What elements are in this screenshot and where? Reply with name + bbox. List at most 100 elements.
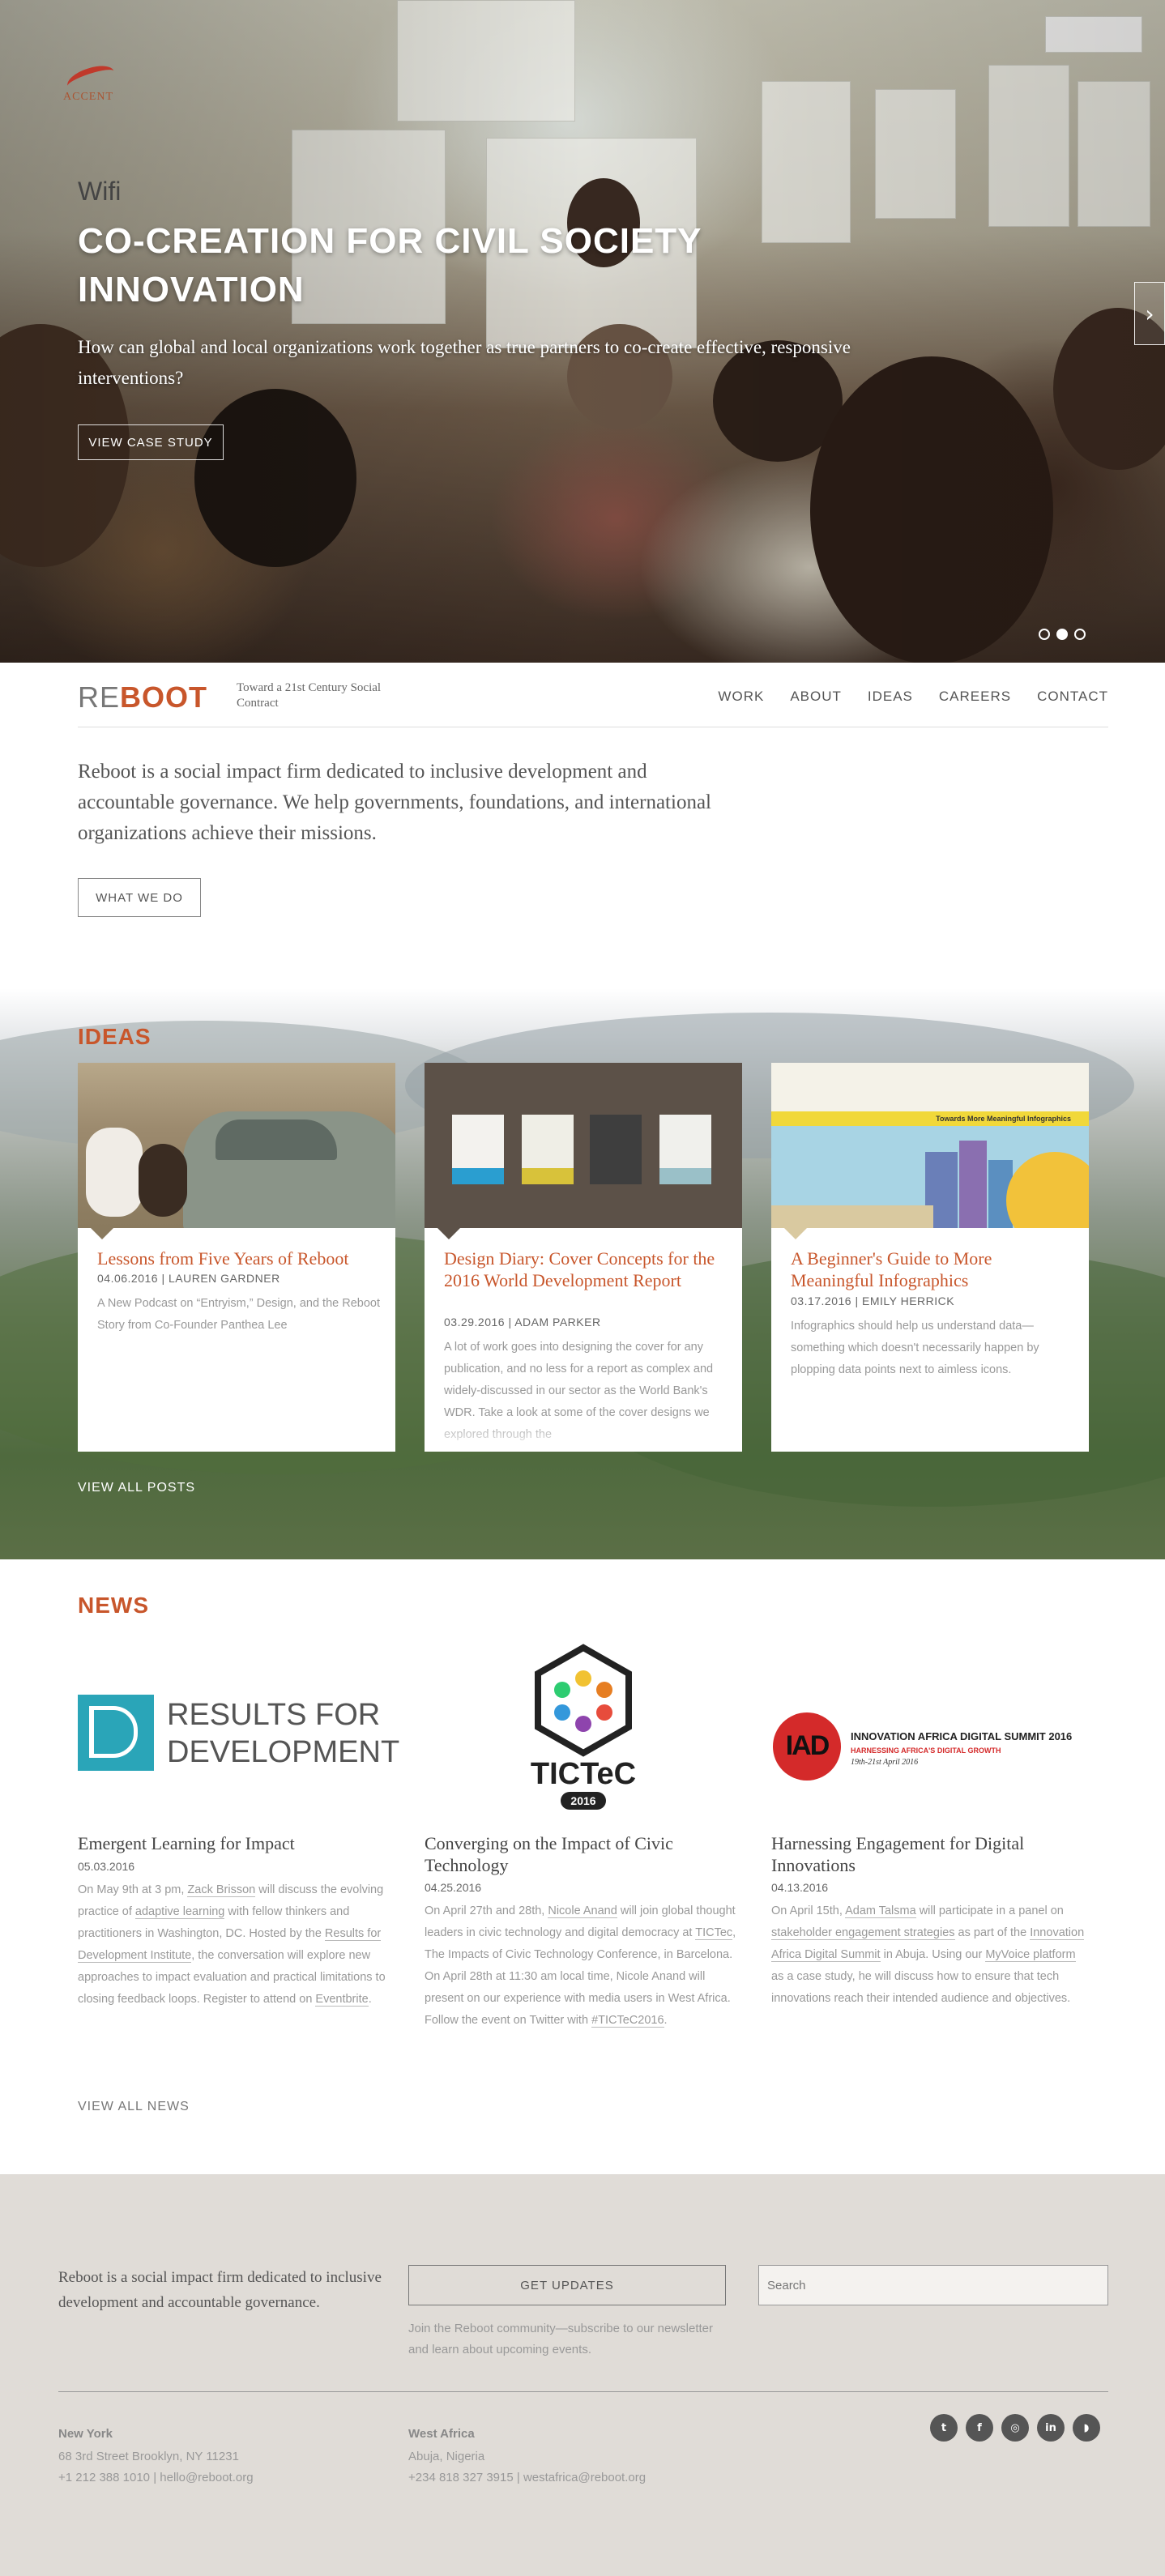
news-link[interactable]: Adam Talsma <box>845 1904 916 1918</box>
ideas-title: IDEAS <box>78 1024 151 1049</box>
reboot-logo[interactable]: REBOOT <box>78 680 207 714</box>
rss-icon[interactable]: ◗ <box>1073 2414 1100 2442</box>
nav-contact[interactable]: CONTACT <box>1037 689 1108 705</box>
news-link[interactable]: adaptive learning <box>134 1905 225 1919</box>
r4d-mark <box>78 1695 154 1771</box>
tictec-dot <box>596 1704 612 1721</box>
idea-card[interactable]: Towards More Meaningful Infographics A B… <box>771 1063 1089 1452</box>
card-title[interactable]: A Beginner's Guide to More Meaningful In… <box>791 1247 1074 1291</box>
news-link[interactable]: MyVoice platform <box>985 1948 1076 1962</box>
footer-updates-text: Join the Reboot community—subscribe to o… <box>408 2322 714 2356</box>
news-item-date: 04.25.2016 <box>425 1881 482 1894</box>
r4d-mark-shape <box>89 1706 138 1758</box>
tagline: Toward a 21st Century Social Contract <box>237 681 382 710</box>
footer-about: Reboot is a social impact firm dedicated… <box>58 2269 382 2311</box>
card-image: Towards More Meaningful Infographics <box>771 1063 1089 1228</box>
card-title[interactable]: Lessons from Five Years of Reboot <box>97 1247 381 1269</box>
chevron-right-icon: › <box>1145 300 1154 327</box>
nav-work[interactable]: WORK <box>718 689 764 705</box>
news-link[interactable]: #TICTeC2016 <box>591 2014 664 2028</box>
hero-shade <box>0 0 1165 663</box>
news-link[interactable]: TICTec <box>695 1926 733 1940</box>
wifi-sign: Wifi <box>78 177 122 206</box>
news-link[interactable]: stakeholder engagement strategies <box>771 1926 955 1940</box>
innovation-africa-logo[interactable]: IAD INNOVATION AFRICA DIGITAL SUMMIT 201… <box>771 1636 1089 1831</box>
card-image <box>78 1063 395 1228</box>
carousel-dot-1[interactable] <box>1039 629 1050 640</box>
accent-logo-text: ACCENT <box>63 91 113 103</box>
idea-card[interactable]: Design Diary: Cover Concepts for the 201… <box>425 1063 742 1452</box>
card-notch <box>784 1228 807 1239</box>
news-item-text: On April 15th, Adam Talsma will particip… <box>771 1904 1085 2005</box>
tictec-text: TICTeC <box>531 1757 636 1791</box>
news-item-title[interactable]: Converging on the Impact of Civic Techno… <box>425 1832 742 1876</box>
tictec-dot <box>554 1682 570 1698</box>
card-meta: 03.17.2016 | EMILY HERRICK <box>791 1294 955 1307</box>
tictec-dot <box>575 1670 591 1687</box>
linkedin-icon[interactable]: in <box>1037 2414 1065 2442</box>
idea-card[interactable]: Lessons from Five Years of Reboot 04.06.… <box>78 1063 395 1452</box>
infographic-caption: Towards More Meaningful Infographics <box>936 1115 1071 1123</box>
hero-subtitle: How can global and local organizations w… <box>78 337 851 388</box>
report-cover <box>590 1115 642 1184</box>
news-link[interactable]: Zack Brisson <box>187 1883 256 1897</box>
tictec-logo[interactable]: TICTeC 2016 <box>425 1636 742 1831</box>
iad-letters: IAD <box>785 1730 830 1761</box>
hero-carousel: ACCENT Wifi CO-CREATION FOR CIVIL SOCIET… <box>0 0 1165 663</box>
accent-logo: ACCENT <box>49 57 162 122</box>
logo-re: RE <box>78 680 121 714</box>
office-name: New York <box>58 2427 113 2441</box>
tictec-dot <box>596 1682 612 1698</box>
logo-boot: BOOT <box>120 680 208 714</box>
news-item-title[interactable]: Harnessing Engagement for Digital Innova… <box>771 1832 1089 1876</box>
card-excerpt: Infographics should help us understand d… <box>791 1320 1039 1376</box>
card-meta: 04.06.2016 | LAUREN GARDNER <box>97 1272 280 1285</box>
office-name: West Africa <box>408 2427 475 2441</box>
news-item-text: On April 27th and 28th, Nicole Anand wil… <box>425 1904 736 2028</box>
view-all-news-link[interactable]: VIEW ALL NEWS <box>78 2100 190 2114</box>
hero-title: CO-CREATION FOR CIVIL SOCIETY INNOVATION <box>78 221 702 309</box>
card-image <box>425 1063 742 1228</box>
carousel-dots <box>1039 629 1086 640</box>
news-link[interactable]: Nicole Anand <box>548 1904 617 1918</box>
site-header: REBOOT Toward a 21st Century Social Cont… <box>78 663 1108 727</box>
card-title[interactable]: Design Diary: Cover Concepts for the 201… <box>444 1247 728 1291</box>
carousel-next-button[interactable]: › <box>1134 282 1165 345</box>
facebook-icon[interactable]: f <box>966 2414 993 2442</box>
instagram-icon[interactable]: ◎ <box>1001 2414 1029 2442</box>
nav-ideas[interactable]: IDEAS <box>868 689 913 705</box>
results-for-development-logo[interactable]: RESULTS FOR DEVELOPMENT <box>78 1636 399 1831</box>
tictec-dot <box>554 1704 570 1721</box>
nav-about[interactable]: ABOUT <box>790 689 842 705</box>
office-address: 68 3rd Street Brooklyn, NY 11231 <box>58 2450 239 2463</box>
iad-date: 19th-21st April 2016 <box>851 1758 919 1767</box>
view-case-study-button[interactable]: VIEW CASE STUDY <box>78 424 224 460</box>
r4d-text-2: DEVELOPMENT <box>167 1735 400 1769</box>
r4d-text-1: RESULTS FOR <box>167 1698 381 1732</box>
office-address: Abuja, Nigeria <box>408 2450 485 2463</box>
iad-subtitle: HARNESSING AFRICA'S DIGITAL GROWTH <box>851 1746 1001 1755</box>
car-window <box>216 1120 337 1160</box>
card-notch <box>91 1228 113 1239</box>
office-contact[interactable]: +234 818 327 3915 | westafrica@reboot.or… <box>408 2467 646 2489</box>
main-nav: WORK ABOUT IDEAS CAREERS CONTACT <box>718 689 1108 705</box>
nav-careers[interactable]: CAREERS <box>939 689 1011 705</box>
view-all-posts-link[interactable]: VIEW ALL POSTS <box>78 1481 195 1495</box>
person-shape <box>139 1144 187 1217</box>
what-we-do-button[interactable]: WHAT WE DO <box>78 878 201 917</box>
news-link[interactable]: Eventbrite <box>315 1993 369 2007</box>
get-updates-button[interactable]: GET UPDATES <box>408 2265 726 2305</box>
carousel-dot-2[interactable] <box>1056 629 1068 640</box>
intro-text: Reboot is a social impact firm dedicated… <box>78 761 711 844</box>
news-item-title[interactable]: Emergent Learning for Impact <box>78 1832 395 1854</box>
news-item-date: 05.03.2016 <box>78 1860 135 1873</box>
twitter-icon[interactable]: t <box>930 2414 958 2442</box>
infographic-ground <box>771 1205 933 1228</box>
report-cover <box>659 1115 711 1184</box>
news-title: NEWS <box>78 1593 149 1618</box>
carousel-dot-3[interactable] <box>1074 629 1086 640</box>
person-shape <box>86 1128 143 1217</box>
search-input[interactable] <box>758 2265 1108 2305</box>
excerpt-fade <box>425 1419 742 1452</box>
office-contact[interactable]: +1 212 388 1010 | hello@reboot.org <box>58 2467 254 2489</box>
